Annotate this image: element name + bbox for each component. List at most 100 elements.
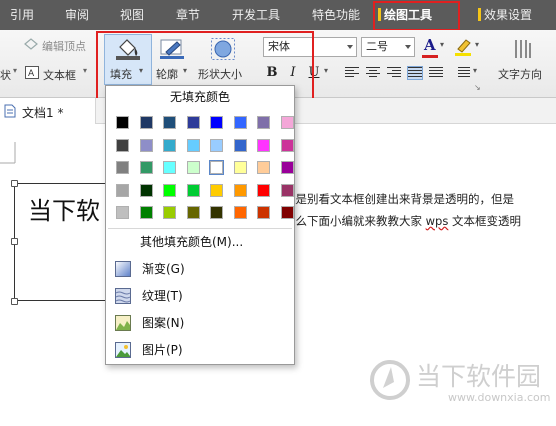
color-swatch[interactable] bbox=[186, 183, 200, 197]
color-swatch[interactable] bbox=[116, 138, 129, 152]
color-swatch[interactable] bbox=[257, 161, 270, 174]
color-swatch[interactable] bbox=[116, 161, 129, 174]
color-swatch[interactable] bbox=[210, 206, 223, 219]
font-size-select[interactable]: 二号 bbox=[361, 37, 415, 57]
texture-label: 纹理(T) bbox=[142, 289, 183, 303]
ribbon-tab-bar: 引用 审阅 视图 章节 开发工具 特色功能 绘图工具 效果设置 bbox=[0, 0, 556, 30]
picture-item[interactable]: 图片(P) bbox=[108, 338, 292, 362]
tab-effect-settings-label: 效果设置 bbox=[484, 8, 533, 22]
color-swatch[interactable] bbox=[233, 138, 247, 152]
color-swatch[interactable] bbox=[139, 206, 153, 219]
resize-handle-middle-left[interactable] bbox=[11, 238, 18, 245]
color-swatch[interactable] bbox=[116, 116, 129, 129]
color-swatch[interactable] bbox=[257, 206, 270, 219]
color-swatch[interactable] bbox=[210, 116, 223, 129]
more-fill-colors-label: 其他填充颜色(M)... bbox=[140, 235, 244, 249]
line-spacing-dropdown-arrow-icon[interactable]: ▾ bbox=[473, 66, 477, 75]
color-swatch[interactable] bbox=[233, 206, 247, 219]
color-swatch[interactable] bbox=[163, 161, 176, 174]
menu-separator bbox=[108, 228, 292, 229]
color-swatch[interactable] bbox=[280, 206, 294, 219]
highlight-pen-icon[interactable] bbox=[454, 37, 472, 57]
color-swatch[interactable] bbox=[186, 161, 200, 174]
gradient-label: 渐变(G) bbox=[142, 262, 185, 276]
color-swatch[interactable] bbox=[257, 116, 270, 129]
color-swatch[interactable] bbox=[139, 161, 153, 174]
color-swatch[interactable] bbox=[163, 206, 176, 219]
document-tab-title: 文档1 * bbox=[22, 106, 64, 120]
textbox-icon: A bbox=[25, 66, 39, 79]
align-justify-button[interactable] bbox=[407, 66, 423, 80]
resize-handle-bottom-left[interactable] bbox=[11, 298, 18, 305]
color-swatch[interactable] bbox=[280, 183, 294, 197]
resize-handle-top-left[interactable] bbox=[11, 180, 18, 187]
align-right-button[interactable] bbox=[387, 67, 401, 79]
align-center-button[interactable] bbox=[366, 67, 380, 79]
color-swatch[interactable] bbox=[280, 138, 294, 152]
wps-writer-window: 引用 审阅 视图 章节 开发工具 特色功能 绘图工具 效果设置 编辑顶点 状 ▾… bbox=[0, 0, 556, 426]
font-color-icon[interactable]: A bbox=[424, 36, 436, 54]
color-swatch[interactable] bbox=[233, 116, 247, 129]
color-swatch[interactable] bbox=[116, 206, 129, 219]
underline-dropdown-arrow-icon[interactable]: ▾ bbox=[324, 66, 328, 75]
color-swatch[interactable] bbox=[280, 161, 294, 174]
texture-icon bbox=[115, 288, 131, 304]
line-spacing-button[interactable] bbox=[456, 67, 470, 79]
text-direction-button[interactable]: 文字方向 bbox=[498, 66, 542, 82]
gradient-icon bbox=[115, 261, 131, 277]
textbox-content: 当下软 bbox=[28, 197, 100, 225]
tab-special-features[interactable]: 特色功能 bbox=[312, 0, 360, 30]
watermark-brand: 当下软件园 bbox=[416, 362, 542, 391]
textbox-dropdown-arrow-icon[interactable]: ▾ bbox=[83, 66, 87, 75]
textbox-button[interactable]: 文本框 bbox=[43, 67, 76, 83]
margin-corner-mark bbox=[0, 142, 16, 164]
color-swatch[interactable] bbox=[186, 206, 200, 219]
color-swatch[interactable] bbox=[257, 138, 270, 152]
watermark-url: www.downxia.com bbox=[448, 391, 551, 404]
color-swatch[interactable] bbox=[139, 116, 153, 129]
tab-view[interactable]: 视图 bbox=[120, 0, 144, 30]
edit-vertex-button[interactable]: 编辑顶点 bbox=[42, 38, 86, 54]
distributed-align-button[interactable] bbox=[429, 67, 443, 79]
highlight-dropdown-arrow-icon[interactable]: ▾ bbox=[475, 40, 479, 49]
font-name-dropdown-arrow-icon bbox=[347, 45, 353, 49]
tab-review[interactable]: 审阅 bbox=[65, 0, 89, 30]
color-swatch[interactable] bbox=[163, 183, 176, 197]
tab-references[interactable]: 引用 bbox=[10, 0, 34, 30]
font-dialog-launcher-icon[interactable]: ↘ bbox=[474, 83, 481, 92]
color-swatch[interactable] bbox=[233, 183, 247, 197]
color-swatch[interactable] bbox=[210, 138, 223, 152]
drawing-tools-highlight-box bbox=[373, 1, 460, 31]
picture-label: 图片(P) bbox=[142, 343, 183, 357]
tab-developer-tools[interactable]: 开发工具 bbox=[232, 0, 280, 30]
tab-section[interactable]: 章节 bbox=[176, 0, 200, 30]
pattern-label: 图案(N) bbox=[142, 316, 185, 330]
body-text-line-1: 但是别看文本框创建出来背景是透明的，但是 bbox=[284, 192, 514, 206]
more-fill-colors-item[interactable]: 其他填充颜色(M)... bbox=[108, 230, 292, 254]
body-text-line-2-start: 那么下面小编就来教教大家 bbox=[284, 214, 426, 228]
texture-item[interactable]: 纹理(T) bbox=[108, 284, 292, 308]
align-left-button[interactable] bbox=[345, 67, 359, 79]
gradient-item[interactable]: 渐变(G) bbox=[108, 257, 292, 281]
shape-menu-fragment[interactable]: 状 bbox=[0, 67, 11, 83]
color-swatch[interactable] bbox=[210, 183, 223, 197]
color-swatch[interactable] bbox=[139, 138, 153, 152]
font-color-dropdown-arrow-icon[interactable]: ▾ bbox=[440, 40, 444, 49]
text-direction-icon bbox=[515, 40, 531, 58]
color-swatch[interactable] bbox=[280, 116, 294, 129]
watermark-logo-icon bbox=[370, 360, 410, 400]
color-swatch[interactable] bbox=[257, 183, 270, 197]
document-icon bbox=[4, 104, 16, 118]
color-swatch[interactable] bbox=[186, 116, 200, 129]
color-swatch[interactable] bbox=[163, 116, 176, 129]
no-fill-color-option[interactable]: 无填充颜色 bbox=[107, 87, 293, 107]
color-swatch[interactable] bbox=[116, 183, 129, 197]
color-swatch[interactable] bbox=[186, 138, 200, 152]
tab-effect-settings[interactable]: 效果设置 bbox=[478, 0, 532, 30]
pattern-item[interactable]: 图案(N) bbox=[108, 311, 292, 335]
color-swatch[interactable] bbox=[209, 160, 224, 175]
color-swatch[interactable] bbox=[163, 138, 176, 152]
color-swatch[interactable] bbox=[233, 161, 247, 174]
shape-menu-arrow-icon: ▾ bbox=[13, 66, 18, 75]
color-swatch[interactable] bbox=[139, 183, 153, 197]
